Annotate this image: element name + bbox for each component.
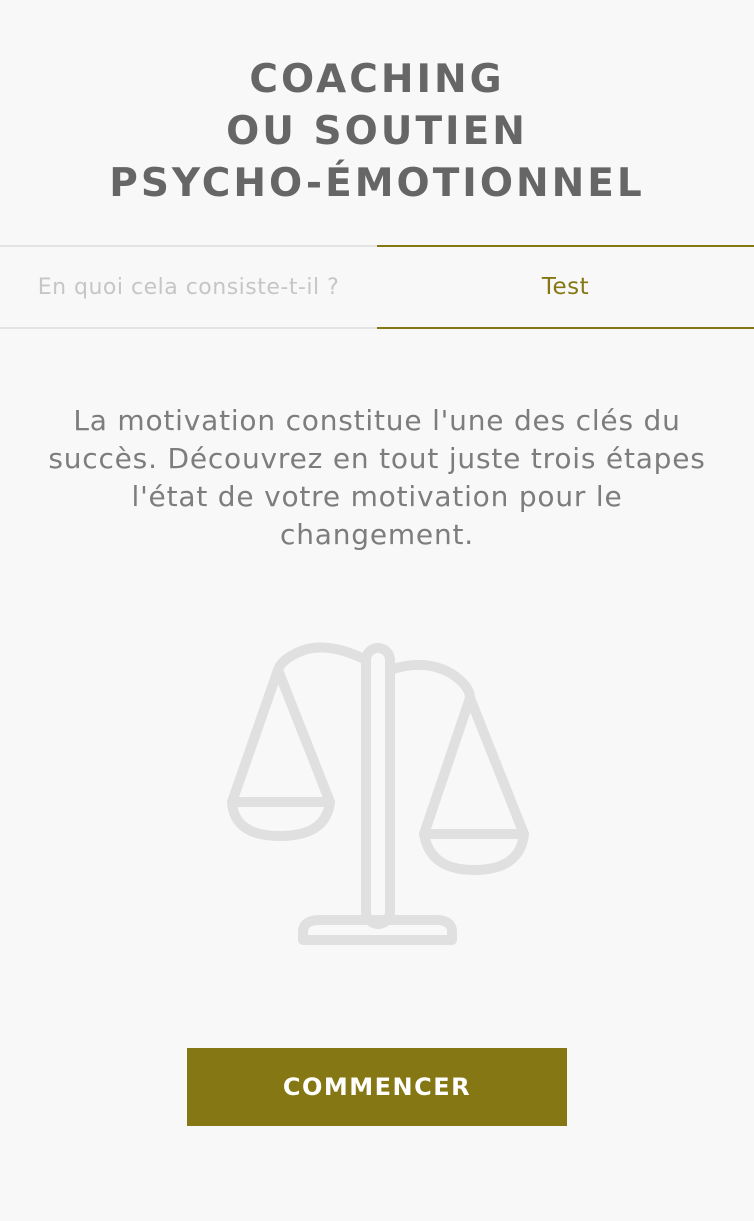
tab-test-label: Test <box>541 274 590 300</box>
page-title-line-2: OU SOUTIEN <box>226 109 528 154</box>
tab-bar: En quoi cela consiste-t-il ? Test <box>0 245 754 331</box>
start-button[interactable]: COMMENCER <box>187 1048 567 1126</box>
tab-info-label: En quoi cela consiste-t-il ? <box>37 274 340 300</box>
balance-scale-icon <box>227 642 529 945</box>
page-title: COACHING OU SOUTIEN PSYCHO-ÉMOTIONNEL <box>0 54 754 210</box>
tab-info[interactable]: En quoi cela consiste-t-il ? <box>0 245 377 329</box>
page-title-line-3: PSYCHO-ÉMOTIONNEL <box>109 161 645 206</box>
tab-test[interactable]: Test <box>377 245 754 329</box>
test-description: La motivation constitue l'une des clés d… <box>48 404 706 551</box>
screen: COACHING OU SOUTIEN PSYCHO-ÉMOTIONNEL En… <box>0 0 754 1221</box>
page-title-line-1: COACHING <box>249 57 505 102</box>
